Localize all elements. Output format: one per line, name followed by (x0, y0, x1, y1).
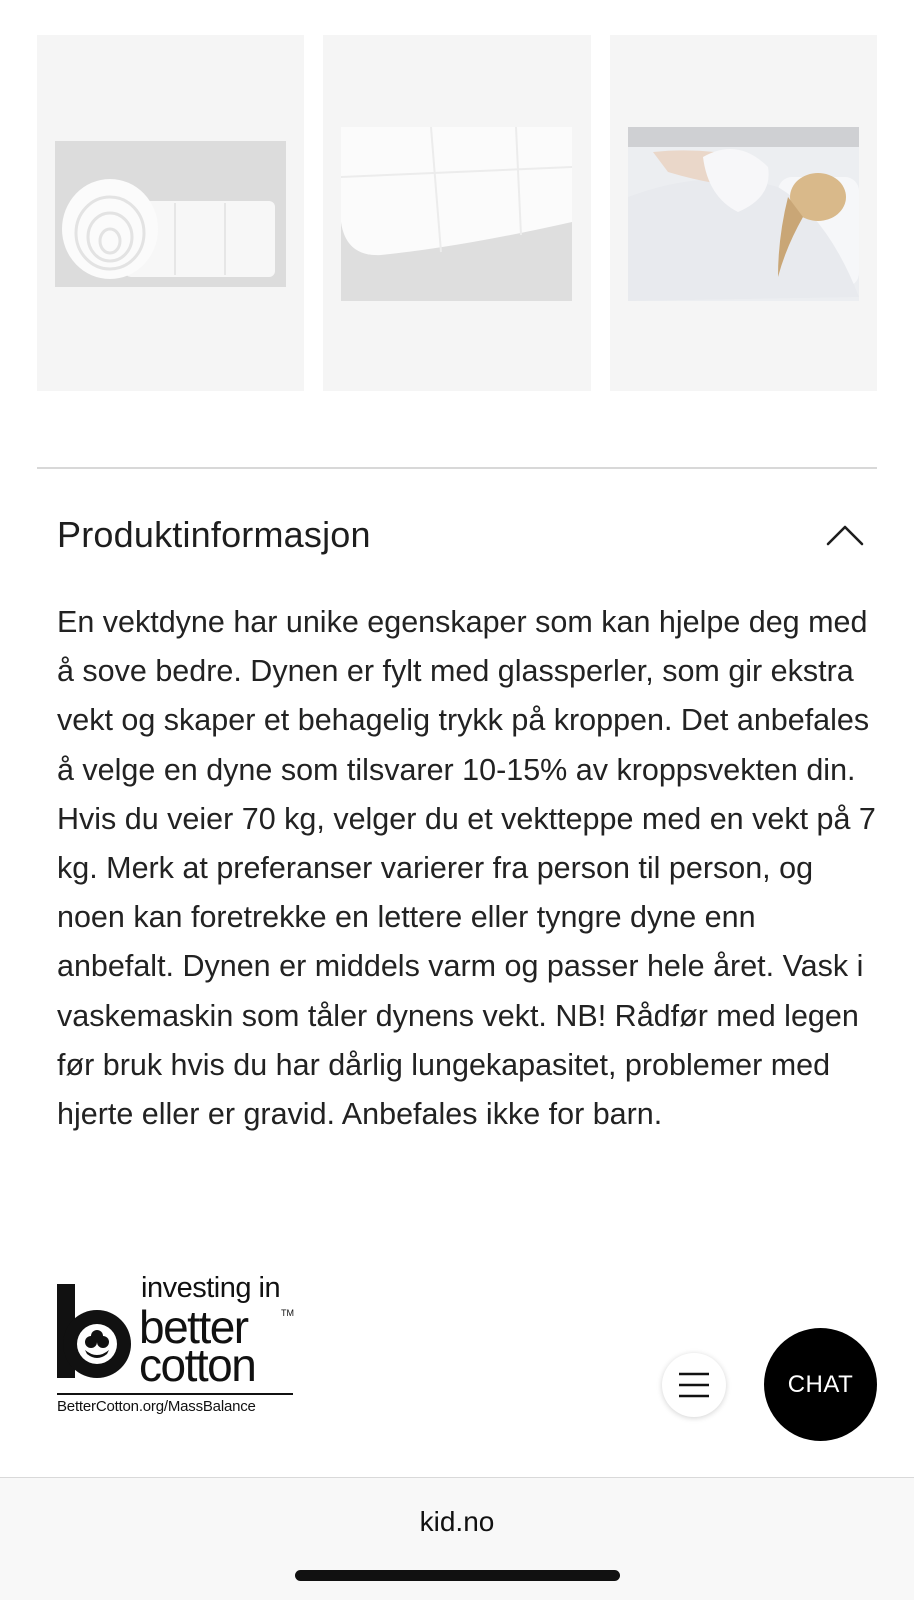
page: Produktinformasjon En vektdyne har unike… (0, 0, 914, 1600)
browser-url-bar[interactable]: kid.no (0, 1477, 914, 1600)
product-gallery (37, 35, 877, 391)
chat-button[interactable]: CHAT (764, 1328, 877, 1441)
better-cotton-logo: investing in better TM cotton BetterCott… (57, 1272, 295, 1421)
woman-sleeping-image (627, 127, 859, 301)
gallery-tile-duvet-corner[interactable] (323, 35, 591, 391)
gallery-tile-rolled-duvet[interactable] (37, 35, 305, 391)
gallery-tile-woman-sleeping[interactable] (609, 35, 877, 391)
product-info-text: En vektdyne har unike egenskaper som kan… (57, 605, 876, 1132)
hamburger-menu-icon (679, 1372, 709, 1398)
product-info-title: Produktinformasjon (57, 514, 371, 555)
duvet-corner-image (341, 127, 573, 301)
better-cotton-word-cotton: cotton (139, 1339, 257, 1391)
better-cotton-trademark: TM (281, 1308, 294, 1318)
better-cotton-rule (57, 1393, 293, 1395)
home-indicator[interactable] (295, 1570, 620, 1581)
url-text[interactable]: kid.no (0, 1506, 914, 1538)
product-info-accordion-toggle[interactable]: Produktinformasjon (57, 505, 867, 565)
chevron-up-icon (823, 520, 867, 550)
better-cotton-b-icon (57, 1284, 131, 1378)
section-divider (37, 467, 877, 469)
menu-button[interactable] (662, 1353, 726, 1417)
rolled-duvet-image (55, 141, 286, 287)
better-cotton-url: BetterCotton.org/MassBalance (57, 1398, 256, 1415)
